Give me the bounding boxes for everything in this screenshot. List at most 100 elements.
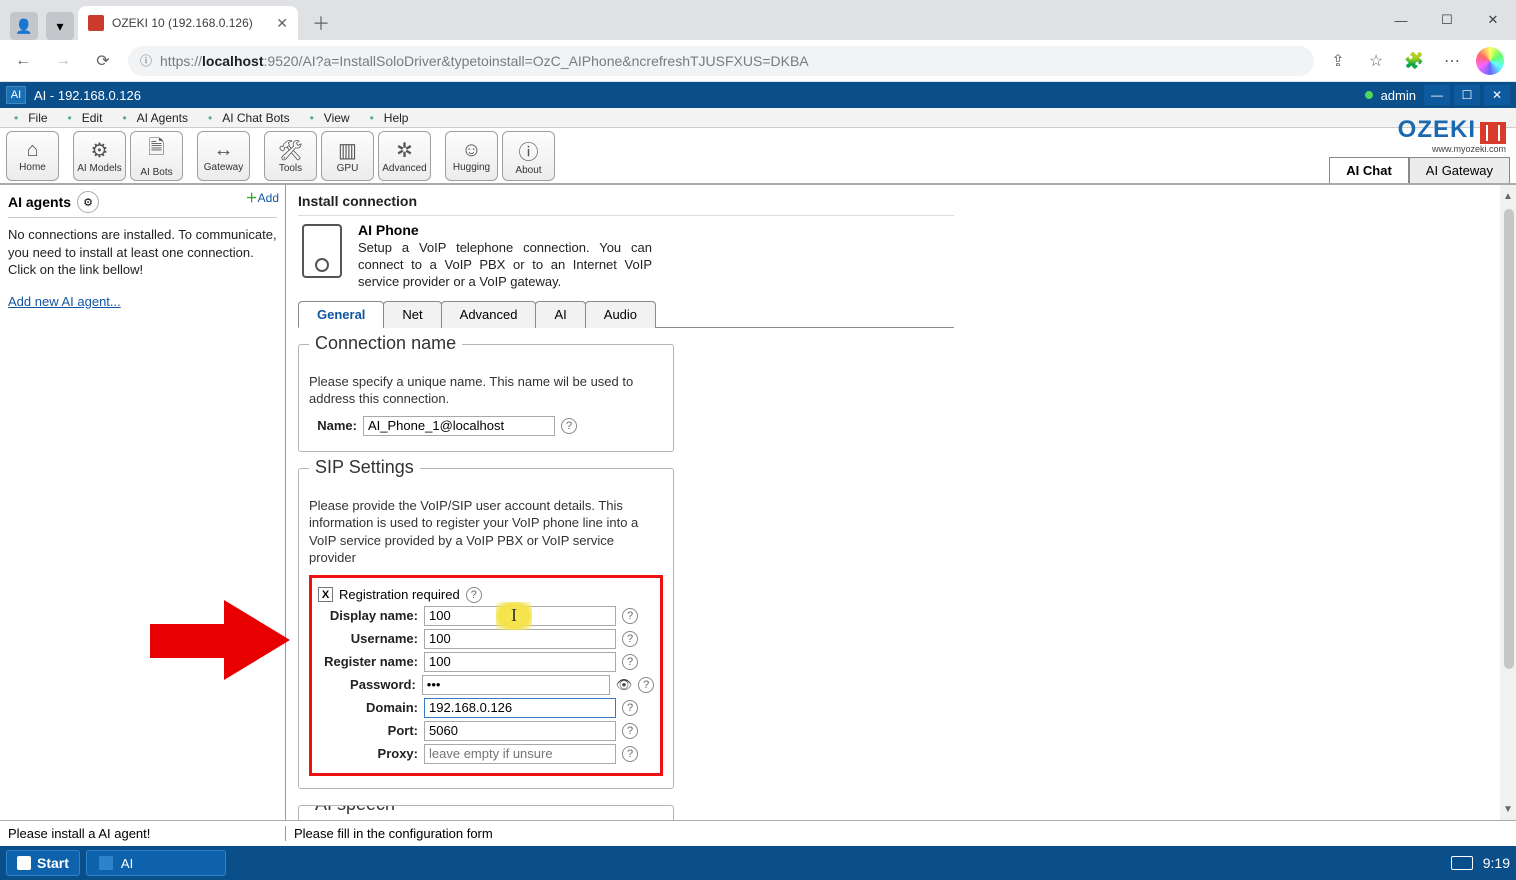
name-input[interactable] (363, 416, 555, 436)
siteinfo-icon[interactable]: ⓘ (140, 52, 152, 69)
tb-about-button[interactable]: ⓘAbout (502, 131, 555, 181)
tb-tools-button[interactable]: 🛠Tools (264, 131, 317, 181)
port-input[interactable] (424, 721, 616, 741)
tab-general[interactable]: General (298, 301, 384, 328)
app-minimize-button[interactable]: — (1424, 85, 1450, 105)
back-button[interactable]: ← (8, 46, 38, 76)
add-new-agent-link[interactable]: Add new AI agent... (8, 294, 121, 309)
tb-aimodels-button[interactable]: ⚙AI Models (73, 131, 126, 181)
start-button[interactable]: Start (6, 850, 80, 876)
left-heading: AI agents (8, 194, 71, 210)
password-help-icon[interactable]: ? (638, 677, 654, 693)
registername-help-icon[interactable]: ? (622, 654, 638, 670)
app-title: AI - 192.168.0.126 (34, 88, 141, 103)
proxy-help-icon[interactable]: ? (622, 746, 638, 762)
righttab-aigateway[interactable]: AI Gateway (1409, 157, 1510, 183)
hero-desc: Setup a VoIP telephone connection. You c… (358, 240, 652, 291)
app-icon: AI (6, 86, 26, 104)
reload-button[interactable]: ⟳ (88, 46, 118, 76)
app-user[interactable]: admin (1381, 88, 1416, 103)
sec2-desc: Please provide the VoIP/SIP user account… (309, 497, 663, 567)
tb-advanced-button[interactable]: ✲Advanced (378, 131, 431, 181)
tb-gpu-button[interactable]: ▥GPU (321, 131, 374, 181)
app-maximize-button[interactable]: ☐ (1454, 85, 1480, 105)
displayname-input[interactable] (424, 606, 616, 626)
gateway-icon: ↔ (214, 139, 234, 162)
status-bar: Please install a AI agent! Please fill i… (0, 820, 1516, 846)
sip-highlight-frame: X Registration required ? Display name: … (309, 575, 663, 776)
tb-home-button[interactable]: ⌂Home (6, 131, 59, 181)
left-body-text: No connections are installed. To communi… (8, 226, 277, 279)
forward-button: → (48, 46, 78, 76)
menu-aichatbots[interactable]: •AI Chat Bots (198, 111, 300, 125)
app-titlebar: AI AI - 192.168.0.126 admin — ☐ ✕ (0, 82, 1516, 108)
share-icon[interactable]: ⇪ (1324, 47, 1352, 75)
sec1-title: Connection name (309, 333, 462, 354)
browser-minimize-button[interactable]: — (1378, 0, 1424, 40)
browser-tab[interactable]: OZEKI 10 (192.168.0.126) ✕ (78, 6, 298, 40)
registration-checkbox[interactable]: X (318, 587, 333, 602)
app-toolbar: ⌂Home ⚙AI Models 🗎AI Bots ↔Gateway 🛠Tool… (0, 128, 1516, 184)
address-bar[interactable]: ⓘ https://localhost:9520/AI?a=InstallSol… (128, 46, 1314, 76)
tb-aibots-button[interactable]: 🗎AI Bots (130, 131, 183, 181)
menu-aiagents[interactable]: •AI Agents (112, 111, 198, 125)
browser-menu-icon[interactable]: ⋯ (1438, 47, 1466, 75)
add-agent-link[interactable]: Add (246, 189, 279, 206)
scroll-thumb[interactable] (1504, 209, 1514, 669)
status-left: Please install a AI agent! (0, 826, 286, 841)
domain-input[interactable] (424, 698, 616, 718)
tab-audio[interactable]: Audio (585, 301, 656, 328)
tabsearch-icon[interactable]: ▾ (46, 12, 74, 40)
gear-icon: ⚙ (91, 138, 109, 163)
sec1-desc: Please specify a unique name. This name … (309, 373, 663, 408)
keyboard-icon[interactable] (1451, 856, 1473, 870)
favicon-icon (88, 15, 104, 31)
username-input[interactable] (424, 629, 616, 649)
newtab-button[interactable]: ＋ (304, 6, 338, 40)
agents-icon: ⚙ (77, 191, 99, 213)
name-help-icon[interactable]: ? (561, 418, 577, 434)
righttab-aichat[interactable]: AI Chat (1329, 157, 1409, 183)
status-dot-icon (1365, 91, 1373, 99)
menu-view[interactable]: •View (300, 111, 360, 125)
displayname-label: Display name: (318, 608, 418, 623)
password-eye-icon[interactable]: 👁 (616, 677, 633, 693)
registername-input[interactable] (424, 652, 616, 672)
tb-gateway-button[interactable]: ↔Gateway (197, 131, 250, 181)
extensions-icon[interactable]: 🧩 (1400, 47, 1428, 75)
taskbar: Start AI 9:19 (0, 846, 1516, 880)
annotation-arrow-icon (150, 600, 290, 680)
tab-title: OZEKI 10 (192.168.0.126) (112, 16, 253, 30)
displayname-help-icon[interactable]: ? (622, 608, 638, 624)
tab-ai[interactable]: AI (535, 301, 585, 328)
port-help-icon[interactable]: ? (622, 723, 638, 739)
tab-advanced[interactable]: Advanced (441, 301, 537, 328)
bookmark-icon[interactable]: ☆ (1362, 47, 1390, 75)
browser-close-button[interactable]: ✕ (1470, 0, 1516, 40)
tb-hugging-button[interactable]: ☺Hugging (445, 131, 498, 181)
scroll-up-icon[interactable]: ▲ (1502, 189, 1514, 203)
taskbar-item-ai[interactable]: AI (86, 850, 226, 876)
app-close-button[interactable]: ✕ (1484, 85, 1510, 105)
proxy-input[interactable] (424, 744, 616, 764)
tab-close-icon[interactable]: ✕ (276, 15, 288, 32)
hero-title: AI Phone (358, 222, 652, 238)
password-input[interactable] (422, 675, 610, 695)
sec2-title: SIP Settings (309, 457, 420, 478)
domain-help-icon[interactable]: ? (622, 700, 638, 716)
tab-net[interactable]: Net (383, 301, 441, 328)
scrollbar[interactable]: ▲ ▼ (1500, 185, 1516, 820)
menu-help[interactable]: •Help (360, 111, 419, 125)
hugging-icon: ☺ (461, 139, 481, 162)
color-extension-icon[interactable] (1476, 47, 1504, 75)
browser-maximize-button[interactable]: ☐ (1424, 0, 1470, 40)
profile-icon[interactable]: 👤 (10, 12, 38, 40)
registration-help-icon[interactable]: ? (466, 587, 482, 603)
scroll-down-icon[interactable]: ▼ (1502, 802, 1514, 816)
menu-file[interactable]: •File (4, 111, 58, 125)
status-right: Please fill in the configuration form (286, 826, 501, 841)
username-label: Username: (318, 631, 418, 646)
username-help-icon[interactable]: ? (622, 631, 638, 647)
menu-edit[interactable]: •Edit (58, 111, 113, 125)
registration-label: Registration required (339, 587, 460, 602)
